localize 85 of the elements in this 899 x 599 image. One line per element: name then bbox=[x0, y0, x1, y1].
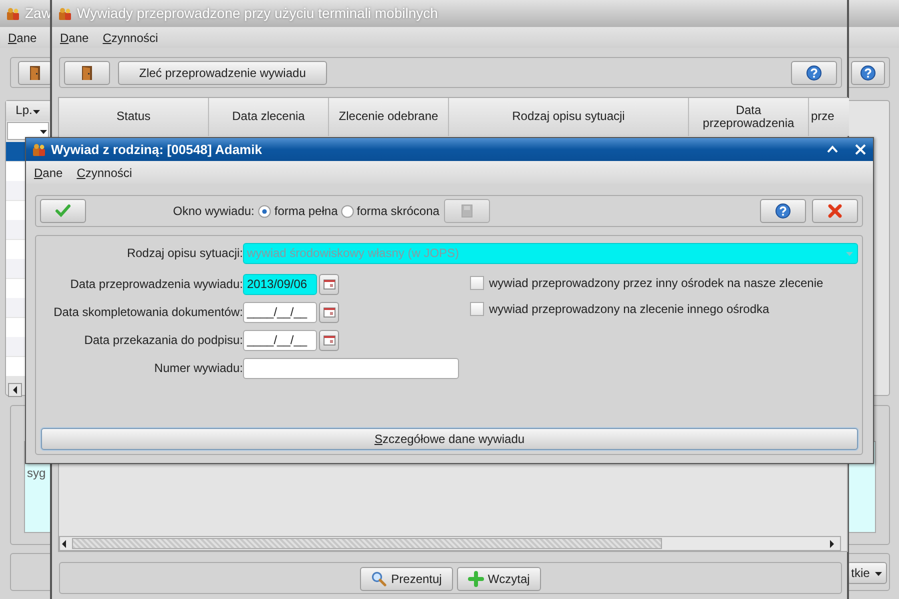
load-button[interactable]: Wczytaj bbox=[456, 567, 541, 591]
radio-label[interactable]: forma pełna bbox=[274, 202, 338, 220]
calendar-button[interactable] bbox=[319, 330, 339, 350]
column-header[interactable]: Rodzaj opisu sytuacji bbox=[449, 98, 689, 136]
table-row[interactable] bbox=[6, 259, 26, 278]
table-row[interactable] bbox=[6, 278, 26, 298]
menu-item[interactable]: Dane bbox=[8, 28, 37, 46]
help-button[interactable] bbox=[851, 61, 885, 85]
horizontal-scrollbar[interactable] bbox=[59, 536, 841, 551]
filter-field[interactable] bbox=[7, 122, 49, 140]
menu-item[interactable]: Czynności bbox=[102, 28, 158, 46]
calendar-icon bbox=[322, 278, 336, 290]
menu-item[interactable]: Dane bbox=[60, 28, 89, 46]
field-label: Data skompletowania dokumentów: bbox=[52, 304, 243, 321]
column-header[interactable]: Status bbox=[59, 98, 209, 136]
order-interview-button[interactable]: Zleć przeprowadzenie wywiadu bbox=[118, 61, 327, 85]
radio-button[interactable] bbox=[340, 204, 354, 218]
checkbox[interactable] bbox=[470, 276, 484, 290]
panel-text: syg bbox=[27, 465, 46, 482]
table-row[interactable] bbox=[6, 337, 26, 356]
help-icon bbox=[860, 65, 876, 81]
date-field[interactable]: ____/__/__ bbox=[243, 302, 317, 322]
table-row[interactable] bbox=[6, 240, 26, 258]
calendar-button[interactable] bbox=[319, 302, 339, 322]
arrow-left-icon bbox=[11, 385, 19, 395]
app-icon bbox=[32, 142, 46, 156]
window-title: Wywiady przeprowadzone przy użyciu terminali mobilnych bbox=[77, 4, 438, 23]
help-icon bbox=[806, 65, 822, 81]
close-icon[interactable] bbox=[854, 143, 867, 156]
table-row[interactable] bbox=[6, 220, 26, 239]
exit-button[interactable] bbox=[18, 61, 52, 85]
field-label: Data przekazania do podpisu: bbox=[83, 332, 243, 349]
column-header[interactable]: Data zlecenia bbox=[209, 98, 329, 136]
cancel-icon bbox=[827, 203, 843, 219]
details-button[interactable]: Szczegółowe dane wywiadu bbox=[41, 428, 858, 450]
table-row[interactable] bbox=[6, 356, 26, 376]
column-header[interactable]: Data przeprowadzenia bbox=[689, 98, 809, 136]
help-icon bbox=[775, 203, 791, 219]
menu-item[interactable]: Dane bbox=[34, 164, 63, 182]
view-label: Okno wywiadu: bbox=[173, 203, 254, 220]
filter-button[interactable]: tkie bbox=[847, 562, 887, 584]
door-icon bbox=[28, 65, 42, 81]
field-label: Rodzaj opisu sytuacji: bbox=[126, 245, 243, 262]
field-label: Data przeprowadzenia wywiadu: bbox=[69, 276, 243, 293]
search-icon bbox=[371, 571, 388, 587]
plus-icon bbox=[468, 571, 484, 587]
column-header[interactable]: prze bbox=[809, 98, 849, 136]
radio-label[interactable]: forma skrócona bbox=[356, 202, 440, 220]
column-header[interactable]: Zlecenie odebrane bbox=[329, 98, 449, 136]
column-header[interactable]: Lp. bbox=[6, 101, 52, 121]
sort-icon bbox=[32, 108, 42, 114]
calendar-button[interactable] bbox=[319, 274, 339, 294]
table-row[interactable] bbox=[6, 200, 26, 220]
field-label: Numer wywiadu: bbox=[153, 360, 243, 377]
calendar-icon bbox=[322, 306, 336, 318]
date-field[interactable]: ____/__/__ bbox=[243, 330, 317, 350]
table-row[interactable] bbox=[6, 298, 26, 317]
app-icon bbox=[58, 6, 72, 20]
menu-item[interactable]: Czynności bbox=[76, 164, 132, 182]
app-icon bbox=[6, 6, 20, 20]
table-row[interactable] bbox=[6, 318, 26, 336]
exit-button[interactable] bbox=[64, 61, 110, 85]
caret-icon bbox=[874, 570, 883, 576]
help-button[interactable] bbox=[791, 61, 837, 85]
dropdown-icon bbox=[845, 250, 854, 256]
calendar-icon bbox=[322, 334, 336, 346]
help-button[interactable] bbox=[760, 199, 806, 223]
checkmark-icon bbox=[55, 203, 71, 219]
window-title: Zaw bbox=[25, 4, 52, 23]
checkbox-label[interactable]: wywiad przeprowadzony na zlecenie innego ośrodka bbox=[489, 300, 770, 318]
radio-button[interactable] bbox=[258, 204, 272, 218]
date-field[interactable]: 2013/09/06 bbox=[243, 274, 317, 294]
dropdown-icon bbox=[39, 128, 48, 134]
cancel-button[interactable] bbox=[812, 199, 858, 223]
window-title: Wywiad z rodziną: [00548] Adamik bbox=[51, 140, 262, 159]
input-field[interactable] bbox=[243, 358, 459, 378]
scroll-left-button[interactable] bbox=[8, 383, 22, 397]
present-button[interactable]: Prezentuj bbox=[360, 567, 453, 591]
door-icon bbox=[80, 65, 94, 81]
scroll-thumb[interactable] bbox=[72, 538, 662, 549]
table-row[interactable] bbox=[6, 162, 26, 180]
table-row[interactable] bbox=[6, 181, 26, 200]
checkbox-label[interactable]: wywiad przeprowadzony przez inny ośrodek na nasze zlecenie bbox=[489, 274, 824, 292]
confirm-button[interactable] bbox=[40, 199, 86, 223]
checkbox[interactable] bbox=[470, 302, 484, 316]
